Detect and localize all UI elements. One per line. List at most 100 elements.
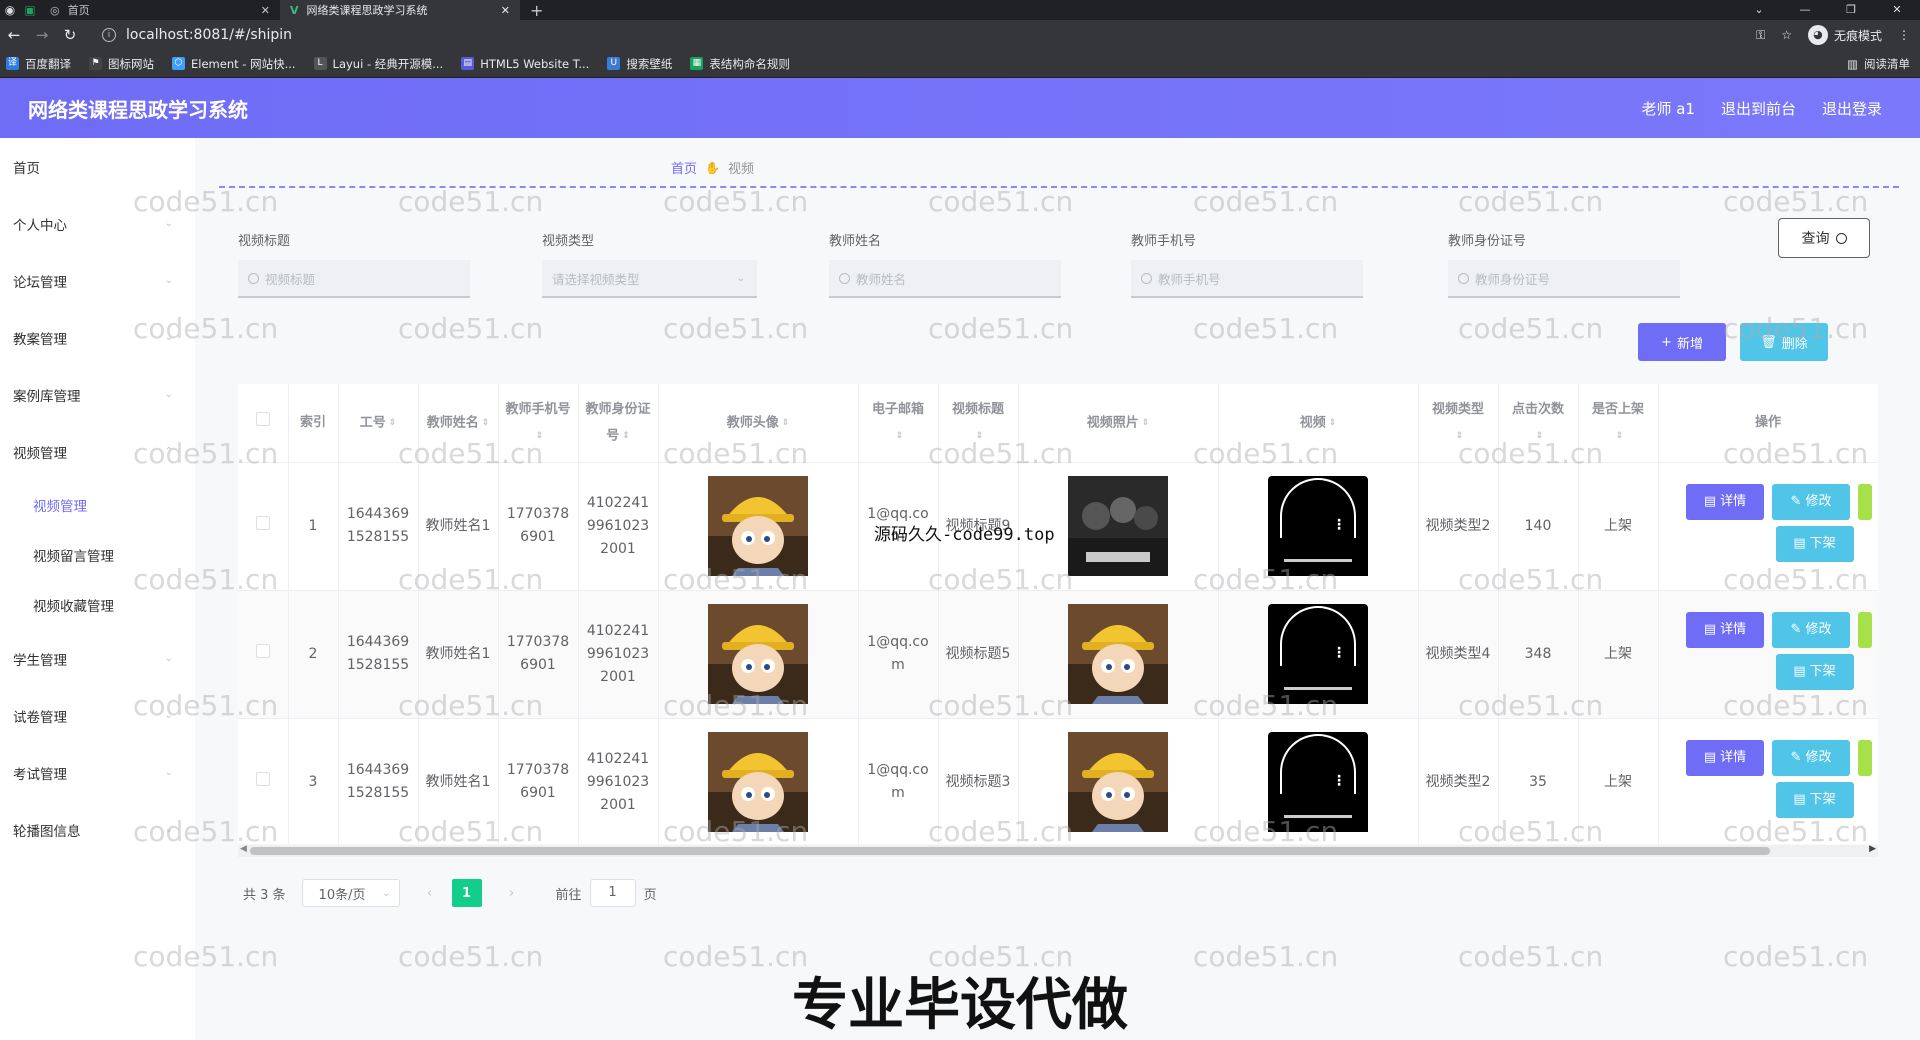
sort-icon[interactable]: ⇕ xyxy=(1536,423,1544,449)
table-row[interactable]: 1 16443691528155 教师姓名1 17703786901 410224199… xyxy=(238,462,1878,591)
sort-icon[interactable]: ⇕ xyxy=(1456,423,1464,449)
bookmark-item[interactable]: ⚑ 图标网站 xyxy=(89,56,154,72)
video-title-input[interactable]: 视频标题 xyxy=(238,260,470,298)
sort-icon[interactable]: ⇕ xyxy=(782,410,790,436)
close-window-icon[interactable]: ✕ xyxy=(1874,0,1920,20)
info-icon[interactable]: i xyxy=(102,28,116,42)
breadcrumb-home[interactable]: 首页 xyxy=(671,158,697,177)
row-checkbox[interactable] xyxy=(255,771,270,786)
sidebar-item-video[interactable]: 视频管理 ⌃ xyxy=(0,423,195,480)
edit-button[interactable]: ✎ 修改 xyxy=(1772,611,1850,648)
back-to-front-link[interactable]: 退出到前台 xyxy=(1721,98,1796,119)
scroll-right-icon[interactable]: ▶ xyxy=(1869,844,1876,854)
logout-link[interactable]: 退出登录 xyxy=(1822,98,1882,119)
goto-page-input[interactable]: 1 xyxy=(589,879,636,907)
scrollbar-thumb[interactable] xyxy=(250,847,1770,855)
video-more-icon[interactable]: ⋮ xyxy=(1332,642,1346,665)
take-down-button[interactable]: ▤ 下架 xyxy=(1775,525,1854,562)
page-number-current[interactable]: 1 xyxy=(451,879,482,907)
video-more-icon[interactable]: ⋮ xyxy=(1332,514,1346,537)
page-size-select[interactable]: 10条/页 ⌄ xyxy=(301,879,400,907)
table-row[interactable]: 2 16443691528155 教师姓名1 17703786901 410224199… xyxy=(238,590,1878,719)
detail-button[interactable]: ▤ 详情 xyxy=(1686,739,1764,776)
bookmark-item[interactable]: L Layui - 经典开源模... xyxy=(313,56,443,72)
teacher-phone-input[interactable]: 教师手机号 xyxy=(1131,260,1363,298)
row-checkbox[interactable] xyxy=(255,643,270,658)
sidebar-item-students[interactable]: 学生管理 ⌄ xyxy=(0,630,195,687)
select-all-checkbox[interactable] xyxy=(255,411,270,426)
bookmark-item[interactable]: U 搜索壁纸 xyxy=(607,56,672,72)
horizontal-scrollbar[interactable]: ◀ ▶ xyxy=(238,844,1878,857)
forward-icon[interactable]: → xyxy=(28,26,56,44)
edit-button[interactable]: ✎ 修改 xyxy=(1772,739,1850,776)
restore-icon[interactable]: ❐ xyxy=(1828,0,1874,20)
header-on-shelf[interactable]: 是否上架 ⇕ xyxy=(1578,384,1659,463)
sidebar-subitem-video-comments[interactable]: 视频留言管理 xyxy=(0,530,195,580)
video-progress[interactable] xyxy=(1284,687,1352,690)
sidebar-item-lesson-plan[interactable]: 教案管理 ⌄ xyxy=(0,309,195,366)
sort-icon[interactable]: ⇕ xyxy=(1142,410,1150,436)
star-icon[interactable]: ☆ xyxy=(1781,28,1792,42)
query-button[interactable]: 查询 xyxy=(1778,218,1870,258)
header-teacher-id[interactable]: 教师身份证号 ⇕ xyxy=(578,384,659,463)
edit-button[interactable]: ✎ 修改 xyxy=(1772,483,1850,520)
incognito-indicator[interactable]: ◕ 无痕模式 xyxy=(1807,25,1882,45)
header-email[interactable]: 电子邮箱 ⇕ xyxy=(858,384,939,463)
close-icon[interactable]: ✕ xyxy=(261,4,270,17)
sidebar-item-home[interactable]: 首页 xyxy=(0,138,195,195)
sidebar-item-forum[interactable]: 论坛管理 ⌄ xyxy=(0,252,195,309)
header-teacher-phone[interactable]: 教师手机号 ⇕ xyxy=(498,384,579,463)
browser-tab-system[interactable]: V 网络类课程思政学习系统 ✕ xyxy=(280,0,520,20)
header-video[interactable]: 视频 ⇕ xyxy=(1218,384,1419,463)
key-icon[interactable]: ⚿ xyxy=(1756,28,1765,43)
detail-button[interactable]: ▤ 详情 xyxy=(1686,611,1764,648)
scroll-left-icon[interactable]: ◀ xyxy=(240,844,247,854)
sort-icon[interactable]: ⇕ xyxy=(536,423,544,449)
minimize-icon[interactable]: — xyxy=(1782,0,1828,20)
chrome-menu-icon[interactable]: ◉ xyxy=(0,0,20,20)
extra-action-button[interactable] xyxy=(1857,483,1872,520)
extra-action-button[interactable] xyxy=(1857,611,1872,648)
sidebar-item-papers[interactable]: 试卷管理 ⌄ xyxy=(0,687,195,744)
tab-search-icon[interactable]: ⌄ xyxy=(1736,0,1782,20)
teacher-id-input[interactable]: 教师身份证号 xyxy=(1448,260,1680,298)
header-clicks[interactable]: 点击次数 ⇕ xyxy=(1498,384,1579,463)
video-player[interactable]: ⋮ xyxy=(1268,604,1368,704)
sidebar-item-personal[interactable]: 个人中心 ⌄ xyxy=(0,195,195,252)
extra-action-button[interactable] xyxy=(1857,739,1872,776)
take-down-button[interactable]: ▤ 下架 xyxy=(1775,653,1854,690)
close-icon[interactable]: ✕ xyxy=(501,4,510,17)
header-teacher-name[interactable]: 教师姓名 ⇕ xyxy=(418,384,499,463)
header-teacher-avatar[interactable]: 教师头像 ⇕ xyxy=(658,384,859,463)
delete-button[interactable]: 🗑 删除 xyxy=(1740,323,1828,361)
sort-icon[interactable]: ⇕ xyxy=(896,423,904,449)
add-button[interactable]: + 新增 xyxy=(1638,323,1726,361)
url-field[interactable]: i localhost:8081/#/shipin xyxy=(102,27,292,43)
app-icon[interactable]: ▣ xyxy=(20,0,40,20)
header-video-title[interactable]: 视频标题 ⇕ xyxy=(938,384,1019,463)
new-tab-button[interactable]: + xyxy=(520,1,553,20)
sort-icon[interactable]: ⇕ xyxy=(976,423,984,449)
sidebar-item-exams[interactable]: 考试管理 ⌄ xyxy=(0,744,195,801)
reading-list[interactable]: ▥ 阅读清单 xyxy=(1847,50,1910,78)
video-player[interactable]: ⋮ xyxy=(1268,732,1368,832)
detail-button[interactable]: ▤ 详情 xyxy=(1686,483,1764,520)
bookmark-item[interactable]: ▤ HTML5 Website T... xyxy=(461,57,589,71)
sidebar-item-case-library[interactable]: 案例库管理 ⌄ xyxy=(0,366,195,423)
sort-icon[interactable]: ⇕ xyxy=(1616,423,1624,449)
more-menu-icon[interactable]: ⋮ xyxy=(1898,28,1910,42)
video-player[interactable]: ⋮ xyxy=(1268,476,1368,576)
browser-tab-home[interactable]: ◎ 首页 ✕ xyxy=(40,0,280,20)
table-row[interactable]: 3 16443691528155 教师姓名1 17703786901 410224199… xyxy=(238,718,1878,844)
video-progress[interactable] xyxy=(1284,815,1352,818)
video-type-select[interactable]: 请选择视频类型 ⌄ xyxy=(542,260,757,298)
bookmark-item[interactable]: ⬡ Element - 网站快... xyxy=(172,56,296,72)
sidebar-subitem-video-favorites[interactable]: 视频收藏管理 xyxy=(0,580,195,630)
next-page-button[interactable]: › xyxy=(498,879,526,907)
sort-icon[interactable]: ⇕ xyxy=(482,410,490,436)
sort-icon[interactable]: ⇕ xyxy=(622,423,630,449)
header-work-no[interactable]: 工号 ⇕ xyxy=(338,384,419,463)
header-video-photo[interactable]: 视频照片 ⇕ xyxy=(1018,384,1219,463)
bookmark-item[interactable]: 译百度翻译 xyxy=(6,56,71,72)
header-video-type[interactable]: 视频类型 ⇕ xyxy=(1418,384,1499,463)
